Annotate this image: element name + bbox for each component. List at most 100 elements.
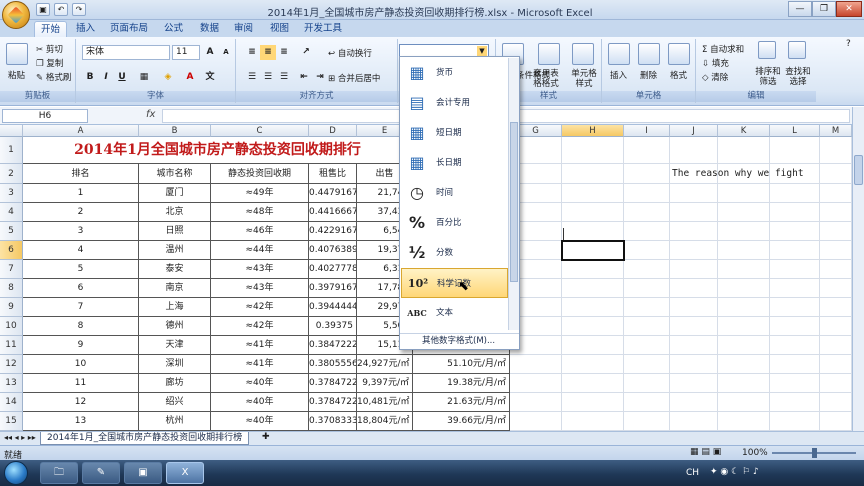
row-header[interactable]: 7 [0,260,23,279]
table-cell[interactable]: 0.3979167 [309,279,357,298]
minimize-button[interactable]: — [788,1,812,17]
table-cell[interactable]: 0.3784722 [309,393,357,412]
indent-increase-icon[interactable]: ⇥ [312,70,328,85]
grid-cell[interactable] [670,222,718,241]
grid-cell[interactable] [562,317,624,336]
sheet-tab[interactable]: 2014年1月_全国城市房产静态投资回收期排行榜 [40,432,250,445]
dropdown-scroll-thumb[interactable] [510,122,518,282]
autosum-button[interactable]: Σ 自动求和 [702,43,744,55]
table-cell[interactable]: ≈41年 [211,336,309,355]
format-item-6[interactable]: ½ 分数 [401,238,508,268]
grid-cell[interactable] [670,184,718,203]
grid-cell[interactable] [510,412,562,431]
table-cell[interactable]: ≈42年 [211,317,309,336]
table-cell[interactable]: 51.10元/月/㎡ [413,355,510,374]
grid-cell[interactable] [624,374,670,393]
format-cells-icon[interactable] [668,43,690,65]
sheet-nav-icon[interactable]: ◂◂ ◂ ▸ ▸▸ [4,433,36,442]
grid-cell[interactable] [718,374,770,393]
grid-cell[interactable] [820,279,852,298]
align-middle-icon[interactable]: ≡ [260,45,276,60]
grid-cell[interactable] [510,393,562,412]
row-header[interactable]: 6 [0,241,23,260]
grid-cell[interactable] [624,164,670,184]
grid-cell[interactable] [770,137,820,164]
grid-cell[interactable] [718,222,770,241]
column-header[interactable]: A [23,125,139,137]
grid-cell[interactable] [562,164,624,184]
table-cell[interactable]: ≈41年 [211,355,309,374]
column-header[interactable]: I [624,125,670,137]
table-cell[interactable]: 泰安 [139,260,211,279]
grid-cell[interactable] [562,374,624,393]
table-cell[interactable]: 廊坊 [139,374,211,393]
sort-filter-button[interactable]: 排序和筛选 [754,67,782,87]
clear-button[interactable]: ◇ 清除 [702,71,728,83]
copy-button[interactable]: ❐ 复制 [36,57,63,69]
format-painter-button[interactable]: ✎ 格式刷 [36,71,71,83]
zoom-slider-thumb[interactable] [812,448,817,458]
view-buttons-icon[interactable]: ▦ ▤ ▣ [690,447,721,457]
tab-home[interactable]: 开始 [34,21,68,37]
grid-cell[interactable] [624,222,670,241]
grid-cell[interactable] [670,336,718,355]
grid-cell[interactable] [770,393,820,412]
grid-cell[interactable] [770,298,820,317]
find-select-button[interactable]: 查找和选择 [784,67,812,87]
grid-cell[interactable] [718,336,770,355]
grid-cell[interactable] [820,222,852,241]
table-cell[interactable]: 11 [23,374,139,393]
fill-button[interactable]: ⇩ 填充 [702,57,729,69]
grid-cell[interactable] [770,412,820,431]
wrap-text-button[interactable]: ↩ 自动换行 [328,47,372,59]
grid-cell[interactable] [670,279,718,298]
format-item-5[interactable]: % 百分比 [401,208,508,238]
table-cell[interactable]: 日照 [139,222,211,241]
grid-cell[interactable] [624,298,670,317]
grid-cell[interactable] [718,137,770,164]
font-color-icon[interactable]: A [182,70,198,85]
table-cell[interactable]: 9 [23,336,139,355]
maximize-button[interactable]: ❐ [812,1,836,17]
table-cell[interactable]: 温州 [139,241,211,260]
table-cell[interactable]: 德州 [139,317,211,336]
column-header[interactable]: M [820,125,852,137]
grid-cell[interactable] [670,374,718,393]
grid-cell[interactable] [770,222,820,241]
table-cell[interactable]: 北京 [139,203,211,222]
grid-cell[interactable] [718,355,770,374]
table-cell[interactable]: 7 [23,298,139,317]
grid-cell[interactable] [624,336,670,355]
row-header[interactable]: 3 [0,184,23,203]
grid-cell[interactable] [718,241,770,260]
grid-cell[interactable] [718,317,770,336]
grid-cell[interactable] [718,393,770,412]
align-center-icon[interactable]: ☰ [260,70,276,85]
table-cell[interactable]: 0.3708333 [309,412,357,431]
align-bottom-icon[interactable]: ≡ [276,45,292,60]
grid-cell[interactable] [624,260,670,279]
grid-cell[interactable] [624,317,670,336]
explorer-taskbar-icon[interactable]: 🗀 [40,462,78,484]
grid-cell[interactable] [562,298,624,317]
grid-cell[interactable] [820,203,852,222]
sort-filter-icon[interactable] [758,41,776,59]
table-cell[interactable]: 天津 [139,336,211,355]
table-cell[interactable]: 2 [23,203,139,222]
grid-cell[interactable] [624,355,670,374]
grid-cell[interactable] [770,374,820,393]
border-icon[interactable]: ▦ [136,70,152,85]
table-cell[interactable]: 21.63元/月/㎡ [413,393,510,412]
name-box[interactable]: H6 [2,109,88,123]
font-name-combo[interactable]: 宋体 [82,45,170,60]
cell-style-icon[interactable] [572,43,594,65]
grid-cell[interactable] [624,241,670,260]
undo-icon[interactable]: ↶ [54,3,68,16]
more-number-formats-item[interactable]: 其他数字格式(M)... [400,333,519,349]
insert-button[interactable]: 插入 [610,69,627,81]
grid-cell[interactable] [820,393,852,412]
table-cell[interactable]: 9,397元/㎡ [357,374,413,393]
grid-cell[interactable] [670,355,718,374]
grid-cell[interactable] [820,184,852,203]
table-cell[interactable]: 1 [23,184,139,203]
